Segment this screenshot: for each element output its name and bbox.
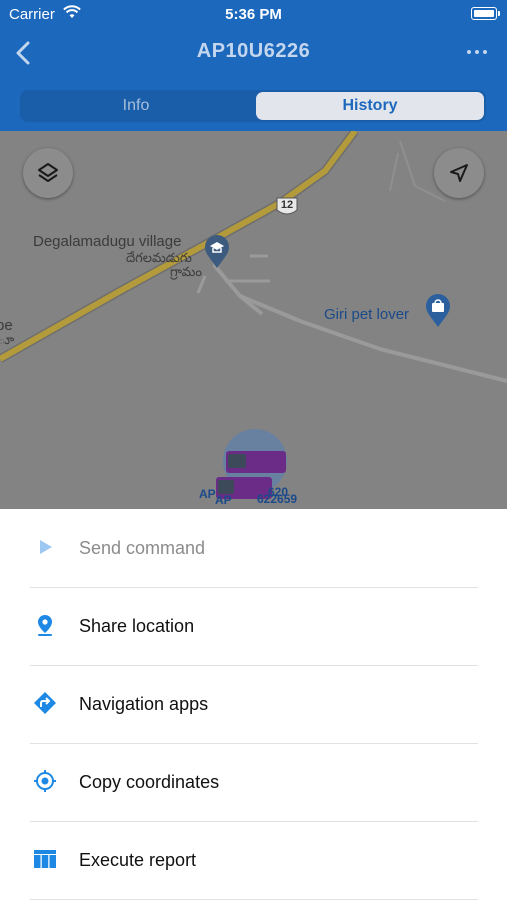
navigation-arrow-icon	[450, 164, 468, 182]
shopping-pin-icon	[426, 294, 450, 327]
share-location-label: Share location	[79, 616, 195, 636]
actions-sheet: Send command Share location Navigation a…	[0, 509, 507, 900]
share-location-button[interactable]: Share location	[0, 587, 507, 665]
tab-history[interactable]: History	[256, 92, 484, 120]
page-title: AP10U6226	[196, 40, 311, 62]
navigation-apps-button[interactable]: Navigation apps	[0, 665, 507, 743]
tab-segmented-control: Info History	[20, 90, 486, 122]
send-command-label: Send command	[79, 538, 206, 558]
location-pin-icon	[38, 615, 52, 636]
vehicle-label-2: AP	[215, 493, 232, 507]
status-bar: Carrier 5:36 PM	[0, 0, 507, 28]
screen: Carrier 5:36 PM AP10U6226 Info History 1…	[0, 0, 507, 900]
place-label-local-2: గ్రామం	[170, 264, 202, 279]
layers-button[interactable]	[23, 148, 73, 198]
app-header: Carrier 5:36 PM AP10U6226 Info History	[0, 0, 507, 131]
copy-coordinates-label: Copy coordinates	[79, 772, 220, 792]
play-icon	[40, 540, 52, 554]
clock: 5:36 PM	[225, 6, 282, 23]
send-command-button[interactable]: Send command	[0, 509, 507, 587]
place-label-giri-pet-lover: Giri pet lover	[324, 306, 410, 323]
tab-info[interactable]: Info	[22, 92, 250, 120]
execute-report-label: Execute report	[79, 850, 197, 870]
battery-icon	[471, 7, 500, 20]
vehicle-label-4: 620	[268, 485, 289, 499]
place-label-degalamadugu: Degalamadugu village	[33, 233, 182, 250]
execute-report-button[interactable]: Execute report	[0, 821, 507, 899]
navigation-apps-label: Navigation apps	[79, 694, 209, 714]
vehicle-label-1: AP	[199, 487, 216, 501]
layers-icon	[38, 163, 58, 182]
map-view[interactable]: 12 Degalamadugu village దేగలమడుగు గ్రామం…	[0, 131, 507, 509]
directions-icon	[34, 692, 56, 714]
copy-coordinates-button[interactable]: Copy coordinates	[0, 743, 507, 821]
partial-label-left-2: ూ	[0, 332, 15, 347]
route-shield-number: 12	[280, 199, 294, 211]
my-location-button[interactable]	[434, 148, 484, 198]
crosshair-icon	[34, 770, 56, 792]
school-pin-icon	[205, 235, 229, 268]
table-icon	[34, 850, 56, 868]
more-options-icon[interactable]	[465, 42, 489, 62]
